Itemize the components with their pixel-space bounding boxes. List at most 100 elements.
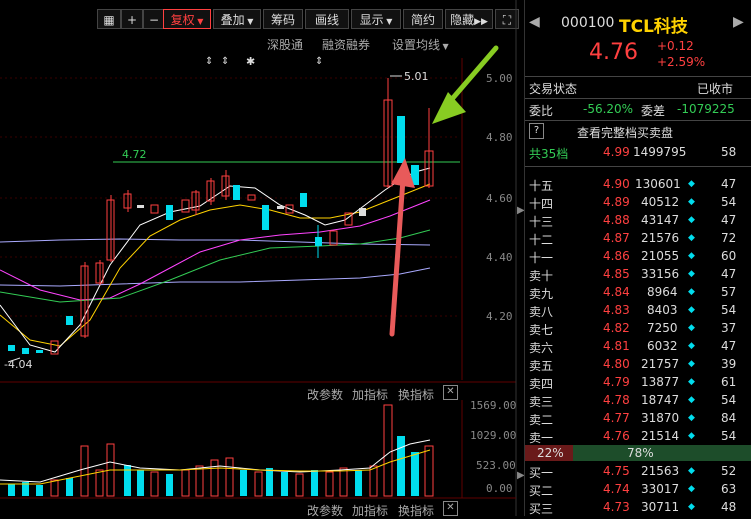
prev-stock-icon[interactable]: ◀ xyxy=(529,14,540,30)
depth-price: 4.76 xyxy=(603,429,630,443)
depth-vol: 40512 xyxy=(641,195,680,209)
diamond-icon: ◆ xyxy=(688,233,695,243)
depth-price: 4.79 xyxy=(603,375,630,389)
low-value: 4.04 xyxy=(7,358,33,371)
depth-label: 卖八 xyxy=(529,305,554,319)
wb-row: 委比 -56.20% 委差 -1079225 xyxy=(525,101,751,119)
depth-vol: 31870 xyxy=(641,411,680,425)
vol-axis-label-1: 1569.00 xyxy=(470,399,517,412)
axis-label-500: 5.00 xyxy=(486,72,513,85)
depth-price: 4.80 xyxy=(603,357,630,371)
diamond-icon: ◆ xyxy=(688,323,695,333)
quote-header: ◀ 000100 TCL科技 ▶ xyxy=(525,12,751,37)
diamond-icon: ◆ xyxy=(688,484,695,494)
depth-price: 4.81 xyxy=(603,339,630,353)
ratio-bar-buy xyxy=(573,445,751,461)
wc-value: -1079225 xyxy=(677,102,735,116)
depth-n: 54 xyxy=(721,303,737,317)
depth-n: 63 xyxy=(721,482,737,496)
ask-row[interactable]: 卖五 4.80 21757 ◆ 39 xyxy=(525,356,751,374)
depth-price: 4.83 xyxy=(603,303,630,317)
last-price: 4.76 xyxy=(589,40,638,65)
depth-n: 61 xyxy=(721,375,737,389)
depth-vol: 7250 xyxy=(647,321,678,335)
depth-n: 47 xyxy=(721,177,737,191)
depth-price: 4.88 xyxy=(603,213,630,227)
axis-label-420: 4.20 xyxy=(486,310,513,323)
depth-vol: 13877 xyxy=(641,375,680,389)
total-vol: 1499795 xyxy=(633,145,687,159)
depth-price: 4.78 xyxy=(603,393,630,407)
ask-row[interactable]: 卖九 4.84 8964 ◆ 57 xyxy=(525,284,751,302)
ma-long-line xyxy=(0,267,431,287)
diamond-icon: ◆ xyxy=(688,395,695,405)
bid-row[interactable]: 买一 4.75 21563 ◆ 52 xyxy=(525,463,751,481)
depth-vol: 33017 xyxy=(641,482,680,496)
price-change: +0.12 xyxy=(657,39,694,53)
bid-row[interactable]: 买三 4.73 30711 ◆ 48 xyxy=(525,499,751,517)
axis-label-460: 4.60 xyxy=(486,192,513,205)
depth-price: 4.85 xyxy=(603,267,630,281)
depth-price: 4.77 xyxy=(603,411,630,425)
add-indicator-link[interactable]: 加指标 xyxy=(352,386,388,403)
stock-code: 000100 xyxy=(561,15,615,31)
ask-row[interactable]: 卖八 4.83 8403 ◆ 54 xyxy=(525,302,751,320)
divider xyxy=(525,98,751,99)
wc-label: 委差 xyxy=(641,104,666,118)
kline-chart[interactable] xyxy=(0,0,522,516)
depth-vol: 130601 xyxy=(635,177,681,191)
ask-row[interactable]: 卖十 4.85 33156 ◆ 47 xyxy=(525,266,751,284)
red-arrow-annotation xyxy=(389,162,407,337)
ask-row[interactable]: 卖四 4.79 13877 ◆ 61 xyxy=(525,374,751,392)
depth-n: 47 xyxy=(721,267,737,281)
depth-n: 37 xyxy=(721,321,737,335)
total-label: 共35档 xyxy=(529,147,569,161)
ask-row[interactable]: 卖二 4.77 31870 ◆ 84 xyxy=(525,410,751,428)
depth-vol: 33156 xyxy=(641,267,680,281)
depth-price: 4.84 xyxy=(603,285,630,299)
depth-n: 39 xyxy=(721,357,737,371)
add-indicator-link-2[interactable]: 加指标 xyxy=(352,502,388,519)
ask-row[interactable]: 十一 4.86 21055 ◆ 60 xyxy=(525,248,751,266)
full-depth-link[interactable]: 查看完整档买卖盘 xyxy=(577,124,673,141)
next-stock-icon[interactable]: ▶ xyxy=(733,14,744,30)
depth-label: 卖一 xyxy=(529,431,554,445)
swap-indicator-link-2[interactable]: 换指标 xyxy=(398,502,434,519)
depth-n: 47 xyxy=(721,213,737,227)
depth-price: 4.75 xyxy=(603,464,630,478)
state-row: 交易状态 已收市 xyxy=(525,79,751,97)
params-link-2[interactable]: 改参数 xyxy=(307,502,343,519)
ask-row[interactable]: 卖三 4.78 18747 ◆ 54 xyxy=(525,392,751,410)
close-icon[interactable]: ✕ xyxy=(443,385,458,400)
swap-indicator-link[interactable]: 换指标 xyxy=(398,386,434,403)
ask-row[interactable]: 卖六 4.81 6032 ◆ 47 xyxy=(525,338,751,356)
diamond-icon: ◆ xyxy=(688,359,695,369)
depth-label: 十三 xyxy=(529,215,554,229)
depth-label: 买一 xyxy=(529,466,554,480)
ask-row[interactable]: 卖七 4.82 7250 ◆ 37 xyxy=(525,320,751,338)
close-icon[interactable]: ✕ xyxy=(443,501,458,516)
diamond-icon: ◆ xyxy=(688,179,695,189)
vol-axis-label-2: 1029.00 xyxy=(470,429,517,442)
depth-vol: 30711 xyxy=(641,500,680,514)
diamond-icon: ◆ xyxy=(688,197,695,207)
total-n: 58 xyxy=(721,145,737,159)
depth-vol: 18747 xyxy=(641,393,680,407)
ratio-right: 78% xyxy=(627,446,654,460)
full-depth-row[interactable]: ? 查看完整档买卖盘 xyxy=(525,123,751,141)
ask-row[interactable]: 十五 4.90 130601 ◆ 47 xyxy=(525,176,751,194)
depth-vol: 21757 xyxy=(641,357,680,371)
diamond-icon: ◆ xyxy=(688,215,695,225)
help-icon[interactable]: ? xyxy=(529,123,544,139)
ratio-left: 22% xyxy=(537,446,564,460)
depth-n: 54 xyxy=(721,393,737,407)
ask-row[interactable]: 十三 4.88 43147 ◆ 47 xyxy=(525,212,751,230)
ask-row[interactable]: 卖一 4.76 21514 ◆ 54 xyxy=(525,428,751,446)
divider xyxy=(525,120,751,121)
quote-panel: ◀ 000100 TCL科技 ▶ 4.76 +0.12 +2.59% 交易状态 … xyxy=(524,0,751,516)
axis-label-440: 4.40 xyxy=(486,251,513,264)
bid-row[interactable]: 买二 4.74 33017 ◆ 63 xyxy=(525,481,751,499)
ask-row[interactable]: 十二 4.87 21576 ◆ 72 xyxy=(525,230,751,248)
ask-row[interactable]: 十四 4.89 40512 ◆ 54 xyxy=(525,194,751,212)
params-link[interactable]: 改参数 xyxy=(307,386,343,403)
